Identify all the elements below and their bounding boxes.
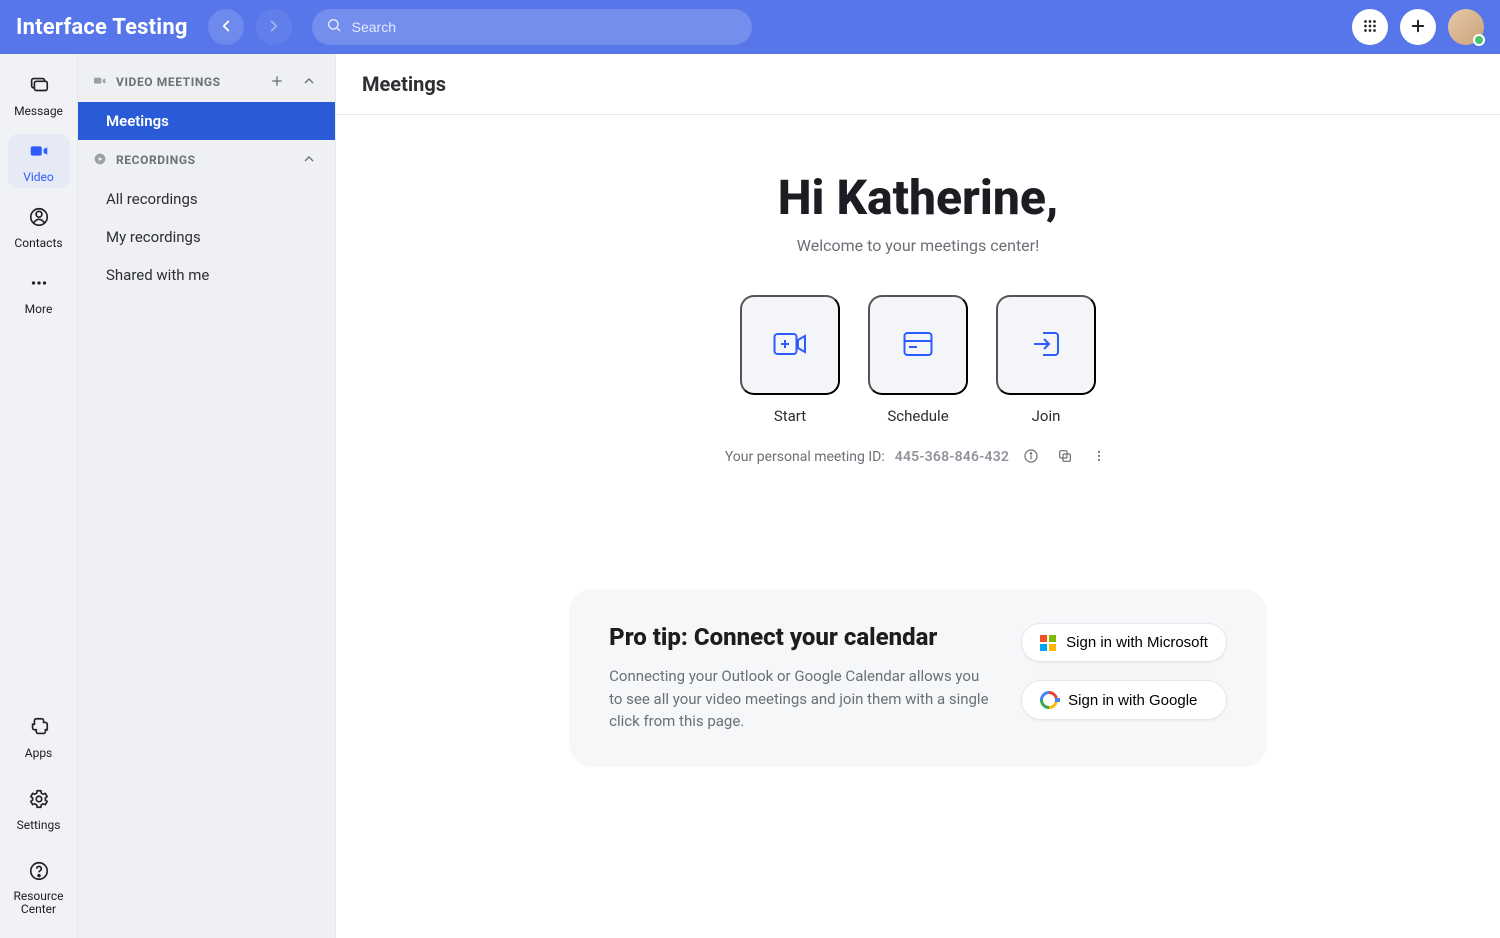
sidebar-item-all-recordings[interactable]: All recordings [78, 180, 335, 218]
rail-item-label: Resource Center [8, 890, 70, 916]
primary-actions: Start Schedule Joi [336, 295, 1500, 425]
rail-item-settings[interactable]: Settings [8, 782, 70, 836]
button-label: Sign in with Microsoft [1066, 634, 1208, 651]
chevron-up-icon [301, 151, 317, 170]
nav-forward-button[interactable] [256, 9, 292, 45]
page-title: Meetings [336, 54, 1500, 115]
hero: Hi Katherine, Welcome to your meetings c… [336, 115, 1500, 469]
chevron-left-icon [217, 17, 235, 38]
schedule-button[interactable] [868, 295, 968, 395]
pmi-copy-button[interactable] [1053, 445, 1077, 469]
secondary-sidebar: VIDEO MEETINGS Meetings RECORDINGS [78, 54, 336, 938]
pmi-info-button[interactable] [1019, 445, 1043, 469]
action-label: Start [774, 407, 806, 425]
rail-item-resource-center[interactable]: Resource Center [8, 854, 70, 920]
nav-back-button[interactable] [208, 9, 244, 45]
plus-icon [1409, 17, 1427, 38]
button-label: Sign in with Google [1068, 692, 1197, 709]
gear-icon [28, 795, 50, 814]
main-content: Meetings Hi Katherine, Welcome to your m… [336, 54, 1500, 938]
google-icon [1040, 691, 1058, 709]
section-recordings: RECORDINGS [78, 140, 335, 180]
contacts-icon [28, 213, 50, 232]
join-button[interactable] [996, 295, 1096, 395]
microsoft-icon [1040, 635, 1056, 651]
search-input[interactable] [350, 18, 738, 36]
left-rail: Message Video Contacts More [0, 54, 78, 938]
rail-item-video[interactable]: Video [8, 134, 70, 188]
info-icon [1023, 448, 1039, 467]
copy-icon [1057, 448, 1073, 467]
subtitle: Welcome to your meetings center! [336, 236, 1500, 255]
tip-title: Pro tip: Connect your calendar [609, 623, 989, 651]
search-field[interactable] [312, 9, 752, 45]
section-collapse-button[interactable] [297, 148, 321, 172]
camera-plus-icon [773, 331, 807, 360]
signin-google-button[interactable]: Sign in with Google [1021, 680, 1227, 720]
dialpad-icon [1361, 17, 1379, 38]
action-label: Schedule [887, 407, 948, 425]
play-circle-icon [92, 151, 108, 170]
calendar-icon [903, 331, 933, 360]
rail-item-contacts[interactable]: Contacts [8, 200, 70, 254]
pmi-more-button[interactable] [1087, 445, 1111, 469]
video-small-icon [92, 73, 108, 92]
action-label: Join [1032, 407, 1061, 425]
rail-item-label: Settings [8, 818, 70, 832]
section-video-meetings: VIDEO MEETINGS [78, 62, 335, 102]
personal-meeting-id-row: Your personal meeting ID: 445-368-846-43… [336, 445, 1500, 469]
profile-avatar[interactable] [1448, 9, 1484, 45]
section-title: RECORDINGS [116, 153, 196, 167]
plus-icon [269, 73, 285, 92]
presence-indicator [1473, 34, 1485, 46]
kebab-icon [1091, 448, 1107, 467]
rail-item-message[interactable]: Message [8, 68, 70, 122]
search-icon [326, 17, 342, 37]
rail-item-label: More [8, 302, 70, 316]
rail-item-apps[interactable]: Apps [8, 710, 70, 764]
more-icon [28, 279, 50, 298]
greeting: Hi Katherine, [336, 169, 1500, 226]
video-icon [28, 147, 50, 166]
signin-microsoft-button[interactable]: Sign in with Microsoft [1021, 623, 1227, 662]
section-collapse-button[interactable] [297, 70, 321, 94]
pmi-label: Your personal meeting ID: [725, 449, 885, 465]
section-add-button[interactable] [265, 70, 289, 94]
new-button[interactable] [1400, 9, 1436, 45]
apps-icon [28, 723, 50, 742]
rail-item-label: Contacts [8, 236, 70, 250]
pmi-value: 445-368-846-432 [895, 449, 1009, 465]
rail-item-label: Message [8, 104, 70, 118]
chevron-right-icon [265, 17, 283, 38]
help-icon [28, 867, 50, 886]
enter-icon [1031, 330, 1061, 361]
sidebar-item-my-recordings[interactable]: My recordings [78, 218, 335, 256]
rail-item-label: Video [8, 170, 70, 184]
start-button[interactable] [740, 295, 840, 395]
rail-item-more[interactable]: More [8, 266, 70, 320]
top-bar: Interface Testing [0, 0, 1500, 54]
pro-tip-card: Pro tip: Connect your calendar Connectin… [569, 589, 1267, 767]
chevron-up-icon [301, 73, 317, 92]
sidebar-item-meetings[interactable]: Meetings [78, 102, 335, 140]
message-icon [28, 81, 50, 100]
section-title: VIDEO MEETINGS [116, 75, 221, 89]
app-title: Interface Testing [16, 15, 188, 40]
dialpad-button[interactable] [1352, 9, 1388, 45]
tip-body: Connecting your Outlook or Google Calend… [609, 665, 989, 733]
sidebar-item-shared-with-me[interactable]: Shared with me [78, 256, 335, 294]
rail-item-label: Apps [8, 746, 70, 760]
